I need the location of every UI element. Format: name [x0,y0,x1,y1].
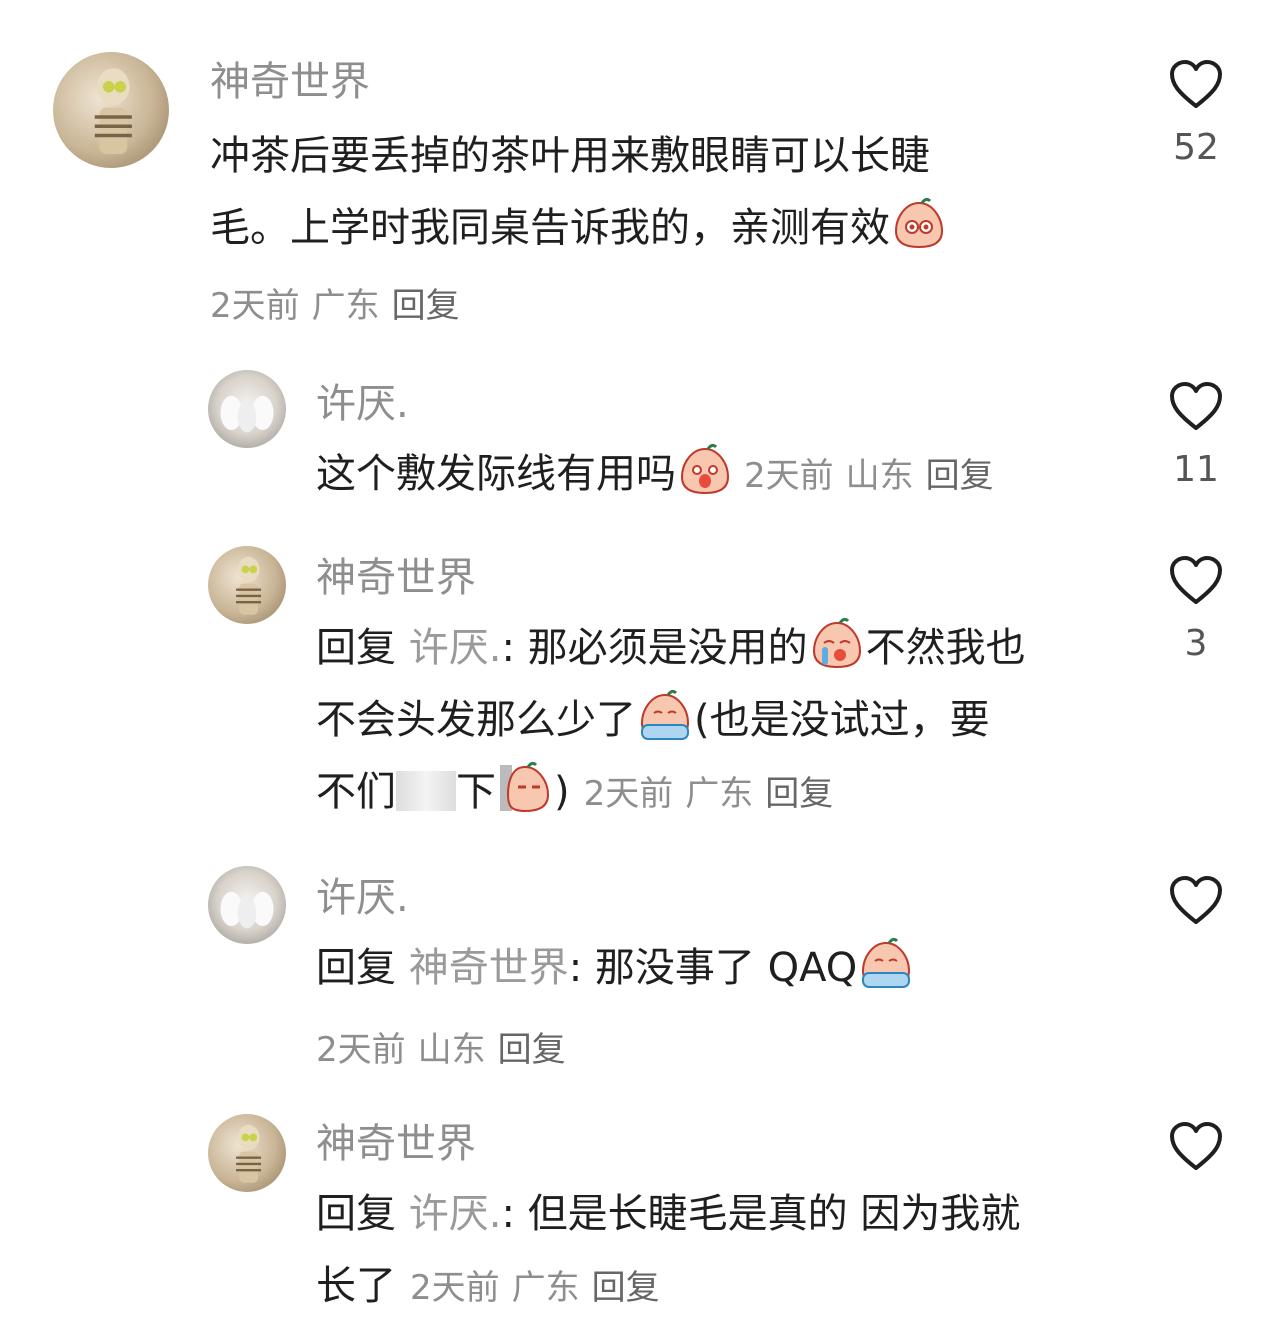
peach-face-emoji [810,617,864,671]
heart-outline-icon [1170,876,1222,924]
heart-outline-icon [1170,1122,1222,1170]
reply-to-user[interactable]: 许厌. [409,625,502,671]
like-button[interactable]: 52 [1168,58,1224,168]
heart-outline-icon [1170,382,1222,430]
reply-button[interactable]: 回复 [392,286,460,326]
heart-outline-icon [1170,60,1222,108]
like-count: 11 [1173,449,1219,490]
avatar[interactable] [208,546,286,624]
like-count: 52 [1173,127,1219,168]
comment-meta: 2天前 山东 回复 [744,456,994,496]
avatar[interactable] [208,370,286,448]
reply-button[interactable]: 回复 [765,774,833,814]
censored-blur [396,771,456,811]
username[interactable]: 神奇世界 [316,554,476,602]
avatar[interactable] [208,866,286,944]
like-button[interactable] [1168,1120,1224,1172]
comment-meta: 2天前 广东 回复 [583,774,834,814]
reply-button[interactable]: 回复 [592,1268,660,1308]
comment-text: 回复 许厌.: 但是长睫毛是真的 因为我就 长了 2天前 广东 回复 [316,1191,1021,1309]
username[interactable]: 许厌. [316,874,409,922]
avatar[interactable] [208,1114,286,1192]
comment-text: 冲茶后要丢掉的茶叶用来敷眼睛可以长睫 毛。上学时我同桌告诉我的，亲测有效 [210,120,1070,264]
comment-meta: 2天前 广东 回复 [410,1268,660,1308]
like-count: 3 [1184,623,1208,664]
like-button[interactable] [1168,874,1224,926]
comment-text: 回复 神奇世界: 那没事了 QAQ [316,932,1116,1004]
comment-meta: 2天前 广东 回复 [210,286,460,326]
peach-face-emoji [678,443,732,497]
peach-face-emoji [638,689,692,743]
comment-text: 回复 许厌.: 那必须是没用的 不然我也 不会头发那么少了 (也是没试过，要 不们下… [316,612,1116,830]
reply-to-user[interactable]: 神奇世界 [409,945,569,991]
heart-outline-icon [1170,556,1222,604]
peach-face-emoji [892,197,946,251]
reply-button[interactable]: 回复 [498,1030,566,1070]
reply-to-user[interactable]: 许厌. [409,1191,502,1237]
peach-face-emoji [859,937,913,991]
avatar[interactable] [53,52,169,168]
peach-face-emoji [498,761,552,815]
comment-text: 这个敷发际线有用吗 2天前 山东 回复 [316,438,1116,512]
reply-button[interactable]: 回复 [926,456,994,496]
username[interactable]: 神奇世界 [316,1120,476,1168]
like-button[interactable]: 3 [1168,554,1224,664]
like-button[interactable]: 11 [1168,380,1224,490]
username[interactable]: 神奇世界 [210,58,370,106]
comment-meta: 2天前 山东 回复 [316,1030,566,1070]
username[interactable]: 许厌. [316,380,409,428]
